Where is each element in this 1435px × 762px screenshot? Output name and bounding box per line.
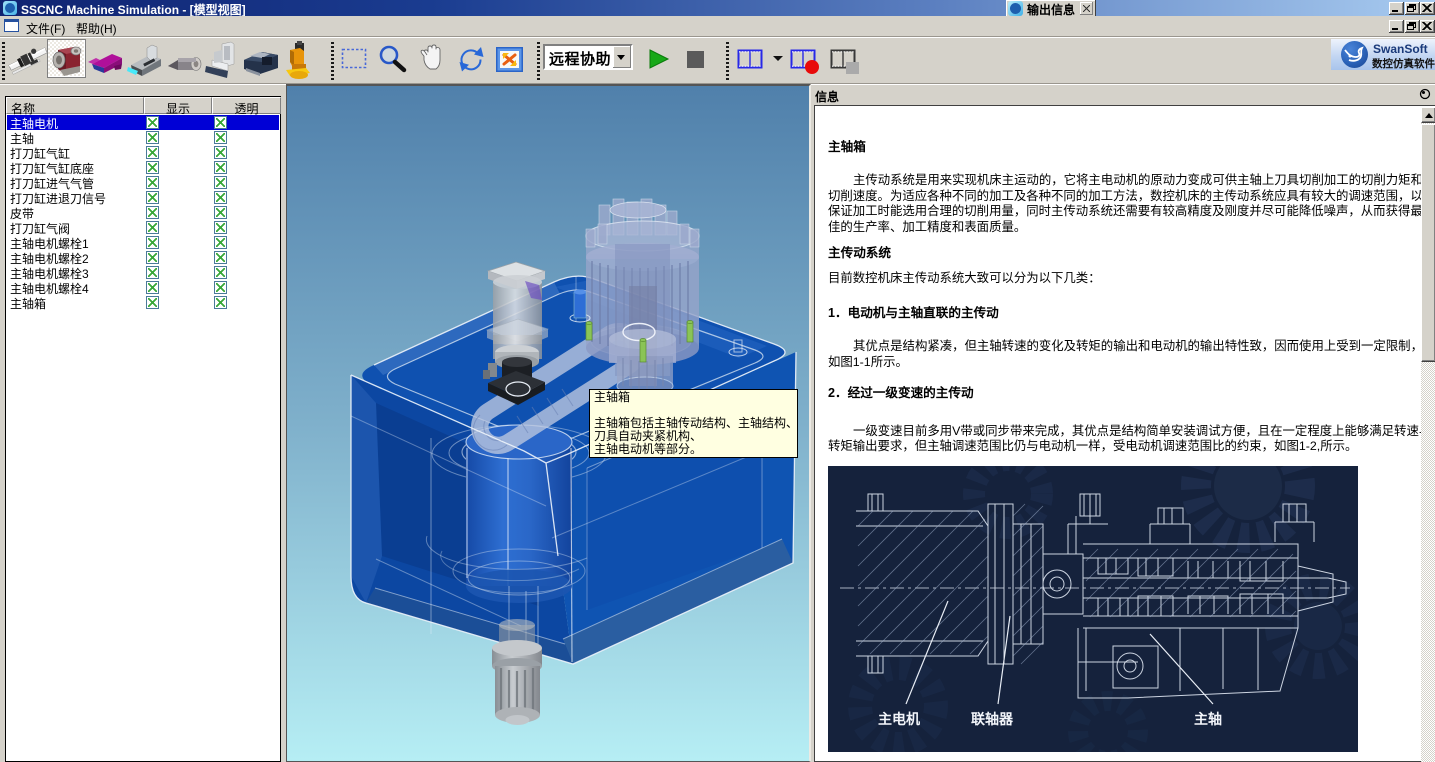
svg-text:联轴器: 联轴器 [971,711,1014,727]
svg-text:主电机: 主电机 [878,711,920,727]
svg-text:主轴: 主轴 [1194,711,1222,727]
